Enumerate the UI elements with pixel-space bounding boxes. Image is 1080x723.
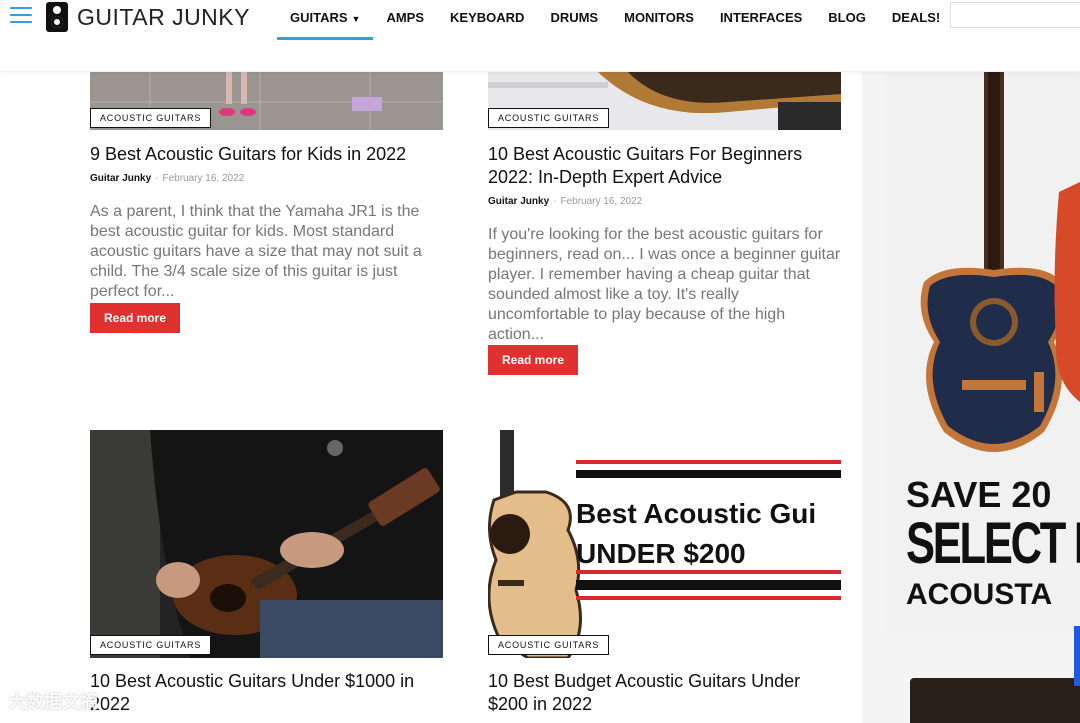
article-excerpt: As a parent, I think that the Yamaha JR1… — [90, 203, 422, 300]
nav-item-monitors[interactable]: MONITORS — [611, 0, 707, 40]
read-more-button[interactable]: Read more — [90, 303, 181, 333]
nav-item-keyboard[interactable]: KEYBOARD — [437, 0, 537, 40]
category-tag[interactable]: ACOUSTIC GUITARS — [90, 635, 212, 655]
site-header: GUITAR JUNKY GUITARS ▼ AMPS KEYBOARD DRUM… — [0, 0, 1080, 72]
chevron-down-icon: ▼ — [351, 14, 361, 24]
article-date: February 16, 2022 — [162, 173, 245, 184]
article-title[interactable]: 9 Best Acoustic Guitars for Kids in 2022 — [90, 143, 443, 166]
read-more-button[interactable]: Read more — [488, 345, 579, 375]
author-name[interactable]: Guitar Junky — [488, 196, 549, 207]
nav-item-amps[interactable]: AMPS — [373, 0, 437, 40]
article-thumbnail[interactable] — [90, 430, 443, 658]
thumbnail-headline: Best Acoustic Gui — [576, 498, 817, 529]
article-meta: Guitar Junky - February 16, 2022 — [90, 173, 245, 184]
watermark: 大数据文摘 — [8, 692, 98, 712]
article-meta: Guitar Junky - February 16, 2022 — [488, 196, 643, 207]
author-name[interactable]: Guitar Junky — [90, 173, 151, 184]
article-title[interactable]: 10 Best Budget Acoustic Guitars Under $2… — [488, 670, 841, 716]
nav-item-blog[interactable]: BLOG — [815, 0, 879, 40]
scroll-indicator — [1074, 626, 1080, 686]
sidebar-ad[interactable]: SAVE 20 SELECT F ACOUSTA — [884, 72, 1080, 632]
sidebar-ad-2[interactable] — [910, 678, 1080, 723]
speaker-logo-icon[interactable] — [46, 2, 68, 32]
sidebar: SAVE 20 SELECT F ACOUSTA — [862, 72, 1080, 723]
main-nav: GUITARS ▼ AMPS KEYBOARD DRUMS MONITORS IN… — [277, 0, 953, 40]
article-excerpt: If you're looking for the best acoustic … — [488, 226, 841, 343]
article-title[interactable]: 10 Best Acoustic Guitars For Beginners 2… — [488, 143, 841, 189]
site-logo[interactable]: GUITAR JUNKY — [77, 4, 250, 31]
article-thumbnail[interactable]: Best Acoustic Gui UNDER $200 — [488, 430, 841, 658]
article-title[interactable]: 10 Best Acoustic Guitars Under $1000 in … — [90, 670, 443, 716]
article-date: February 16, 2022 — [560, 196, 643, 207]
menu-icon[interactable] — [10, 7, 32, 25]
nav-item-interfaces[interactable]: INTERFACES — [707, 0, 815, 40]
ad-brand: ACOUSTA — [906, 578, 1053, 611]
nav-item-drums[interactable]: DRUMS — [537, 0, 611, 40]
search-input[interactable] — [950, 2, 1080, 28]
category-tag[interactable]: ACOUSTIC GUITARS — [488, 635, 610, 655]
nav-item-guitars[interactable]: GUITARS ▼ — [277, 0, 374, 40]
thumbnail-subheadline: UNDER $200 — [576, 538, 746, 569]
ad-subheadline: SELECT F — [906, 511, 1080, 576]
nav-item-deals[interactable]: DEALS! — [879, 0, 953, 40]
category-tag[interactable]: ACOUSTIC GUITARS — [488, 108, 610, 128]
category-tag[interactable]: ACOUSTIC GUITARS — [90, 108, 212, 128]
